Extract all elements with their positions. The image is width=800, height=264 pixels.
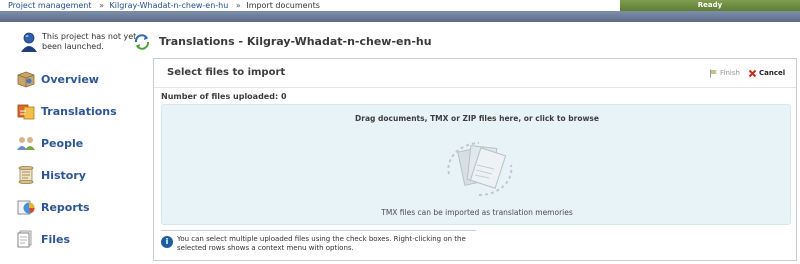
sidebar-item-history[interactable]: History [15,159,150,191]
info-text: You can select multiple uploaded files u… [177,235,466,252]
people-icon [15,132,37,154]
panel-header: Select files to import Finish Cancel [154,59,796,88]
cancel-button[interactable]: Cancel [748,68,785,78]
sidebar: Overview Translations People History Rep… [15,63,150,255]
sidebar-label-history: History [41,168,86,182]
refresh-arrows-icon [133,33,151,51]
sidebar-item-overview[interactable]: Overview [15,63,150,95]
sidebar-item-reports[interactable]: Reports [15,191,150,223]
breadcrumb-current: Import documents [246,1,320,10]
file-drop-zone[interactable]: Drag documents, TMX or ZIP files here, o… [161,104,791,225]
cancel-label: Cancel [759,69,786,77]
divider [161,230,476,231]
header-stripe [0,11,800,22]
info-message: i You can select multiple uploaded files… [161,235,491,257]
sidebar-label-translations: Translations [41,104,117,118]
panel-title: Select files to import [167,67,286,78]
documents-drop-icon [419,129,539,209]
top-bar: Project management » Kilgray-Whadat-n-ch… [0,0,800,11]
breadcrumb: Project management » Kilgray-Whadat-n-ch… [8,0,320,11]
history-scroll-icon [15,164,37,186]
sidebar-label-overview: Overview [41,72,99,86]
sidebar-item-files[interactable]: Files [15,223,150,255]
finish-button[interactable]: Finish [709,68,740,78]
finish-flag-icon [709,69,718,78]
breadcrumb-project-management[interactable]: Project management [8,1,92,10]
files-icon [15,228,37,250]
close-icon [748,69,757,78]
drop-zone-title: Drag documents, TMX or ZIP files here, o… [355,114,599,123]
page-title: Translations - Kilgray-Whadat-n-chew-en-… [159,35,432,48]
files-uploaded-count: Number of files uploaded: 0 [161,92,287,101]
info-icon: i [161,236,173,248]
status-indicator: Ready [620,0,800,11]
breadcrumb-project[interactable]: Kilgray-Whadat-n-chew-en-hu [110,1,229,10]
reports-icon [15,196,37,218]
sidebar-label-files: Files [41,232,71,246]
sidebar-item-people[interactable]: People [15,127,150,159]
translations-icon [15,100,37,122]
breadcrumb-separator: » [235,1,241,10]
sidebar-item-translations[interactable]: Translations [15,95,150,127]
import-panel: Select files to import Finish Cancel Num… [153,58,797,261]
sidebar-label-reports: Reports [41,200,90,214]
overview-box-icon [15,68,37,90]
drop-zone-hint: TMX files can be imported as translation… [381,208,573,217]
finish-label: Finish [720,69,740,77]
breadcrumb-separator: » [99,1,104,10]
sidebar-label-people: People [41,136,84,150]
person-globe-icon [18,31,40,53]
